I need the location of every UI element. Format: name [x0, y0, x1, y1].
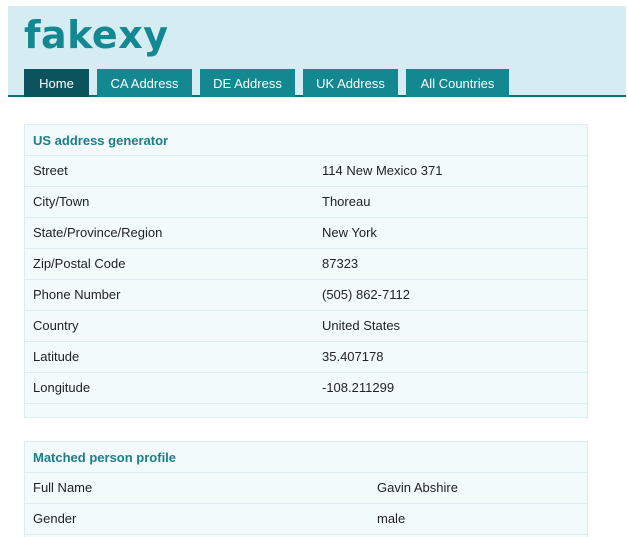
row-label: Phone Number [33, 287, 121, 302]
nav-tab-uk-address[interactable]: UK Address [303, 69, 398, 97]
us-address-card: US address generator Street 114 New Mexi… [24, 124, 588, 418]
row-value: male [377, 511, 406, 526]
person-profile-title: Matched person profile [25, 442, 587, 473]
row-label: Gender [33, 511, 77, 526]
site-logo[interactable]: fakexy [24, 16, 168, 54]
address-row-longitude: Longitude -108.211299 [25, 373, 587, 404]
address-row-phone: Phone Number (505) 862-7112 [25, 280, 587, 311]
row-label: State/Province/Region [33, 225, 163, 240]
row-value: (505) 862-7112 [322, 287, 410, 302]
row-value: New York [322, 225, 377, 240]
card-footer-spacer [25, 404, 587, 420]
address-row-city: City/Town Thoreau [25, 187, 587, 218]
row-label: Street [33, 163, 68, 178]
row-value: 35.407178 [322, 349, 384, 364]
profile-row-gender: Gender male [25, 504, 587, 535]
row-value: United States [322, 318, 401, 333]
row-value: 87323 [322, 256, 359, 271]
nav-tab-ca-address[interactable]: CA Address [97, 69, 192, 97]
us-address-title: US address generator [25, 125, 587, 156]
row-label: Zip/Postal Code [33, 256, 126, 271]
person-profile-card: Matched person profile Full Name Gavin A… [24, 441, 588, 537]
profile-row-full-name: Full Name Gavin Abshire [25, 473, 587, 504]
row-label: Latitude [33, 349, 80, 364]
address-row-country: Country United States [25, 311, 587, 342]
row-label: City/Town [33, 194, 90, 209]
page: fakexy Home CA Address DE Address UK Add… [0, 0, 628, 537]
row-label: Longitude [33, 380, 91, 395]
site-header: fakexy Home CA Address DE Address UK Add… [8, 6, 626, 97]
row-value: 114 New Mexico 371 [322, 163, 443, 178]
address-row-state: State/Province/Region New York [25, 218, 587, 249]
row-value: -108.211299 [322, 380, 395, 395]
row-value: Gavin Abshire [377, 480, 458, 495]
nav-tab-de-address[interactable]: DE Address [200, 69, 295, 97]
address-row-latitude: Latitude 35.407178 [25, 342, 587, 373]
nav-tab-home[interactable]: Home [24, 69, 89, 97]
nav-tab-all-countries[interactable]: All Countries [406, 69, 509, 97]
address-row-zip: Zip/Postal Code 87323 [25, 249, 587, 280]
row-label: Full Name [33, 480, 93, 495]
address-row-street: Street 114 New Mexico 371 [25, 156, 587, 187]
row-label: Country [33, 318, 79, 333]
row-value: Thoreau [322, 194, 371, 209]
main-nav: Home CA Address DE Address UK Address Al… [24, 69, 509, 97]
